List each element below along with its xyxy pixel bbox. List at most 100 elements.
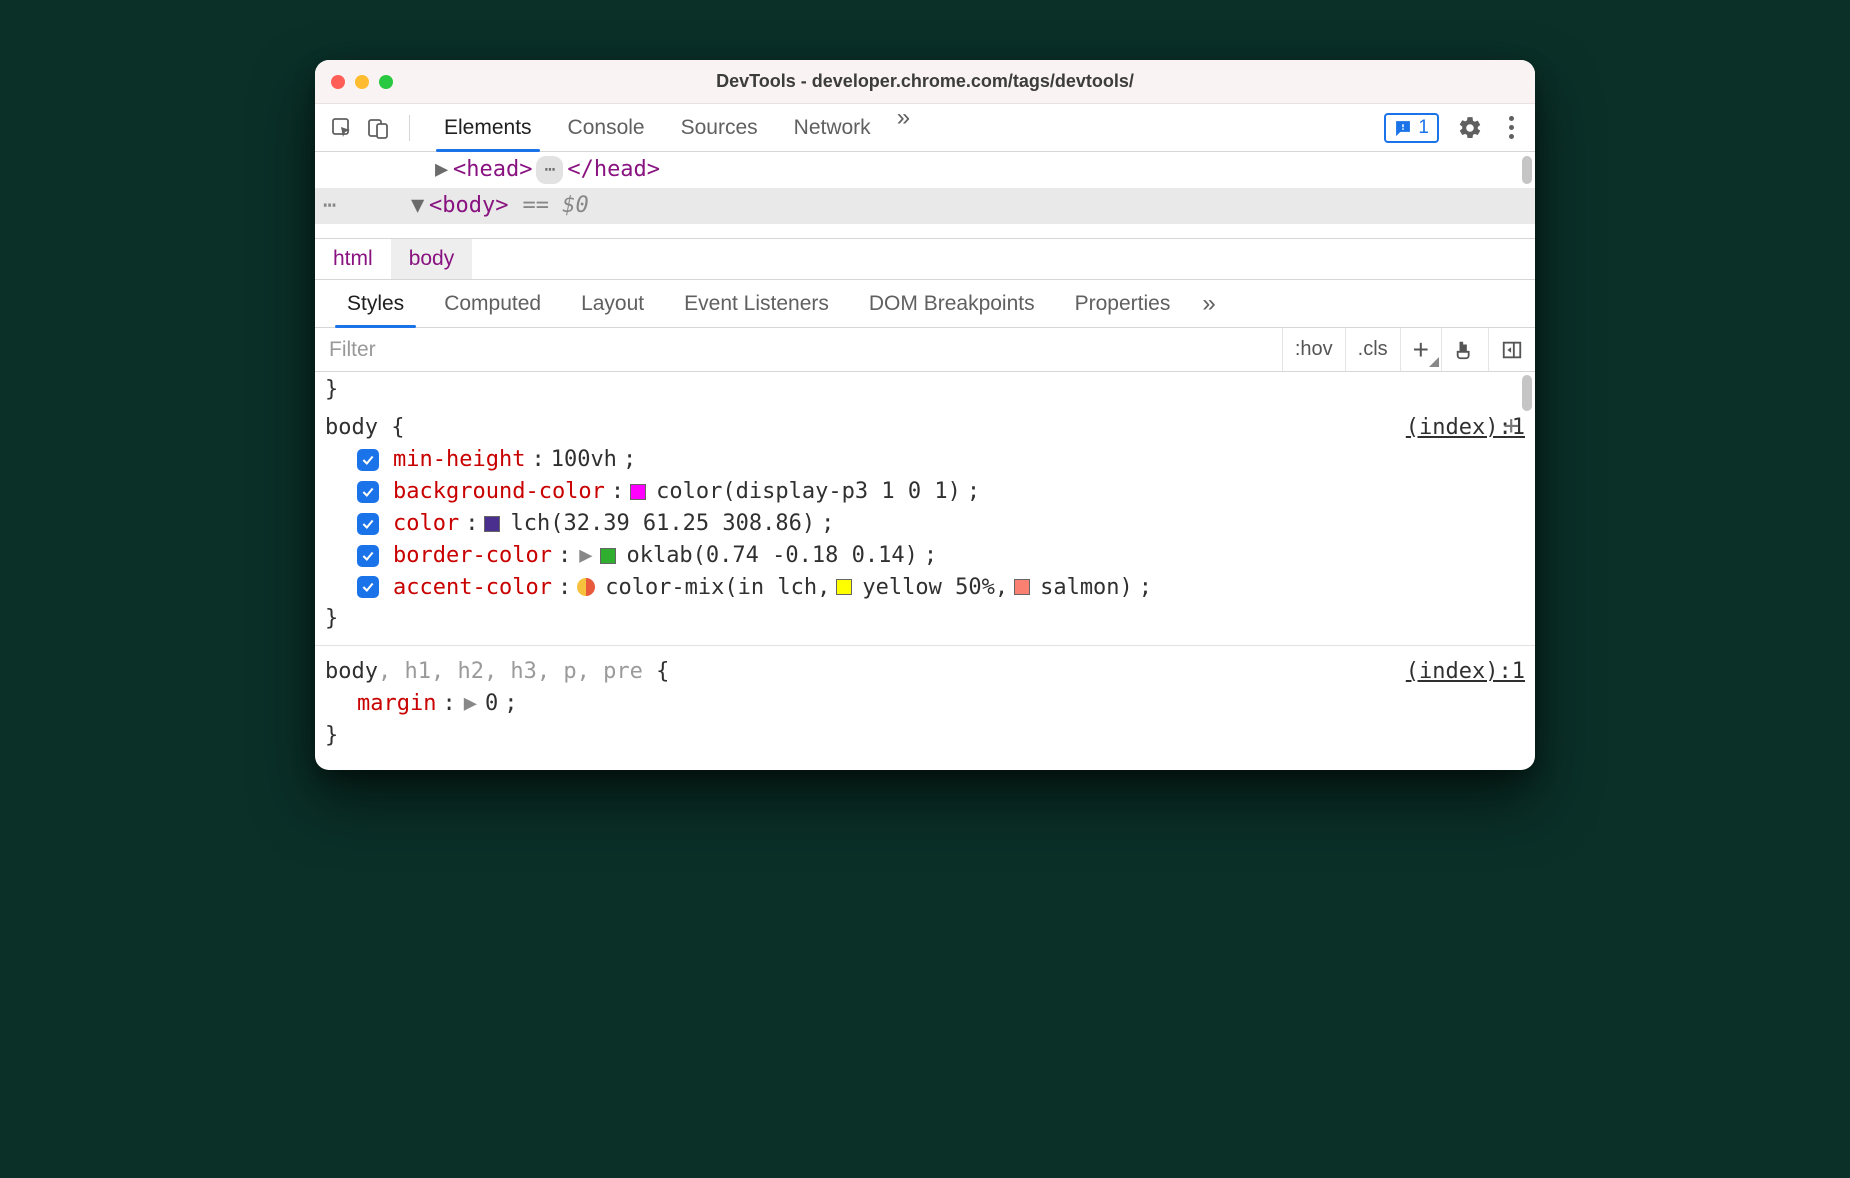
property-value[interactable]: 100vh <box>551 444 617 476</box>
prev-rule-close-brace: } <box>325 374 1525 406</box>
property-enabled-checkbox[interactable] <box>357 513 379 535</box>
new-style-rule-button[interactable]: + <box>1400 328 1441 371</box>
selector-unmatched: , h1, h2, h3, p, pre <box>378 659 643 684</box>
subtab-computed[interactable]: Computed <box>424 280 561 327</box>
gutter-dots[interactable]: ⋯ <box>323 189 338 223</box>
rule-selector[interactable]: body { <box>325 412 404 444</box>
devtools-window: DevTools - developer.chrome.com/tags/dev… <box>315 60 1535 770</box>
selected-node-marker: == $0 <box>522 189 588 223</box>
tab-label: Console <box>568 116 645 140</box>
declaration-accent-color[interactable]: accent-color: color-mix(in lch, yellow 5… <box>357 572 1525 604</box>
styles-filter-bar: :hov .cls + <box>315 328 1535 372</box>
property-enabled-checkbox[interactable] <box>357 545 379 567</box>
color-mix-swatch[interactable] <box>577 578 595 596</box>
property-name[interactable]: background-color <box>393 476 605 508</box>
rule-separator <box>315 645 1535 646</box>
property-value-part[interactable]: yellow 50%, <box>862 572 1008 604</box>
property-enabled-checkbox[interactable] <box>357 449 379 471</box>
property-enabled-checkbox[interactable] <box>357 576 379 598</box>
subtab-label: Styles <box>347 292 404 316</box>
issues-badge[interactable]: 1 <box>1384 113 1439 143</box>
property-value[interactable]: lch(32.39 61.25 308.86) <box>510 508 815 540</box>
property-enabled-checkbox[interactable] <box>357 481 379 503</box>
property-name[interactable]: accent-color <box>393 572 552 604</box>
subtab-event-listeners[interactable]: Event Listeners <box>664 280 849 327</box>
inspect-element-icon[interactable] <box>327 113 357 143</box>
declaration-color[interactable]: color: lch(32.39 61.25 308.86); <box>357 508 1525 540</box>
subtab-styles[interactable]: Styles <box>327 280 424 327</box>
subtab-layout[interactable]: Layout <box>561 280 664 327</box>
property-value[interactable]: 0 <box>485 688 498 720</box>
computed-sidebar-toggle-icon[interactable] <box>1488 328 1535 371</box>
selector-brace: { <box>643 659 670 684</box>
tab-sources[interactable]: Sources <box>663 104 776 151</box>
device-toolbar-icon[interactable] <box>363 113 393 143</box>
color-swatch[interactable] <box>630 484 646 500</box>
breadcrumb: html body <box>315 239 1535 280</box>
property-value-part[interactable]: color-mix(in lch, <box>605 572 830 604</box>
issues-count: 1 <box>1418 117 1429 139</box>
window-close-button[interactable] <box>331 75 345 89</box>
dom-row-partial <box>315 224 1535 238</box>
color-swatch[interactable] <box>484 516 500 532</box>
shorthand-expand-icon[interactable]: ▶ <box>579 540 592 572</box>
subtabs-overflow-icon[interactable]: » <box>1202 290 1215 318</box>
collapsed-content-badge[interactable]: ⋯ <box>536 156 563 184</box>
tabs-overflow-icon[interactable]: » <box>897 104 910 151</box>
toolbar-separator <box>409 115 410 141</box>
property-name[interactable]: color <box>393 508 459 540</box>
tab-elements[interactable]: Elements <box>426 104 550 151</box>
collapse-icon[interactable]: ▼ <box>411 189 425 223</box>
property-value-part[interactable]: salmon) <box>1040 572 1133 604</box>
tag-open: <head> <box>453 153 532 187</box>
window-zoom-button[interactable] <box>379 75 393 89</box>
tag-close: </head> <box>567 153 660 187</box>
paintbrush-icon[interactable] <box>1441 328 1488 371</box>
expand-icon[interactable]: ▶ <box>435 153 449 187</box>
insert-rule-button[interactable]: + <box>1503 408 1519 446</box>
settings-icon[interactable] <box>1455 113 1485 143</box>
subtab-label: DOM Breakpoints <box>869 292 1035 316</box>
more-options-icon[interactable] <box>1497 116 1525 139</box>
subtab-properties[interactable]: Properties <box>1055 280 1191 327</box>
tab-label: Sources <box>681 116 758 140</box>
property-name[interactable]: min-height <box>393 444 525 476</box>
subtab-label: Computed <box>444 292 541 316</box>
property-name[interactable]: border-color <box>393 540 552 572</box>
dom-node-body[interactable]: ⋯ ▼ <body> == $0 <box>315 188 1535 224</box>
subtab-label: Properties <box>1075 292 1171 316</box>
rule-close-brace: } <box>325 603 1525 635</box>
styles-pane[interactable]: } body { (index):1 min-height: 100vh;bac… <box>315 372 1535 770</box>
dom-node-head[interactable]: ▶ <head> ⋯ </head> <box>315 152 1535 188</box>
hover-toggle[interactable]: :hov <box>1282 328 1345 371</box>
tag-open: <body> <box>429 189 508 223</box>
declaration-border-color[interactable]: border-color: ▶oklab(0.74 -0.18 0.14); <box>357 540 1525 572</box>
classes-toggle[interactable]: .cls <box>1345 328 1400 371</box>
property-value[interactable]: color(display-p3 1 0 1) <box>656 476 961 508</box>
styles-filter-input[interactable] <box>315 328 1282 371</box>
subtab-label: Event Listeners <box>684 292 829 316</box>
color-swatch[interactable] <box>836 579 852 595</box>
declaration-background-color[interactable]: background-color: color(display-p3 1 0 1… <box>357 476 1525 508</box>
panel-tabs: Elements Console Sources Network » <box>426 104 910 151</box>
declaration-min-height[interactable]: min-height: 100vh; <box>357 444 1525 476</box>
color-swatch[interactable] <box>1014 579 1030 595</box>
shorthand-expand-icon[interactable]: ▶ <box>464 688 477 720</box>
style-rule-body: body { (index):1 min-height: 100vh;backg… <box>325 412 1525 635</box>
property-name[interactable]: margin <box>357 688 436 720</box>
breadcrumb-body[interactable]: body <box>391 239 473 279</box>
selector-matched: body <box>325 659 378 684</box>
breadcrumb-html[interactable]: html <box>315 239 391 279</box>
subtab-dom-breakpoints[interactable]: DOM Breakpoints <box>849 280 1055 327</box>
color-swatch[interactable] <box>600 548 616 564</box>
titlebar: DevTools - developer.chrome.com/tags/dev… <box>315 60 1535 104</box>
window-minimize-button[interactable] <box>355 75 369 89</box>
tab-console[interactable]: Console <box>550 104 663 151</box>
tab-network[interactable]: Network <box>776 104 889 151</box>
dom-scrollbar[interactable] <box>1522 156 1532 184</box>
property-value[interactable]: oklab(0.74 -0.18 0.14) <box>626 540 917 572</box>
rule-selector[interactable]: body, h1, h2, h3, p, pre { <box>325 656 669 688</box>
declaration-margin[interactable]: margin: ▶ 0; <box>357 688 1525 720</box>
dom-tree[interactable]: ▶ <head> ⋯ </head> ⋯ ▼ <body> == $0 <box>315 152 1535 239</box>
rule-source-link[interactable]: (index):1 <box>1406 656 1525 688</box>
